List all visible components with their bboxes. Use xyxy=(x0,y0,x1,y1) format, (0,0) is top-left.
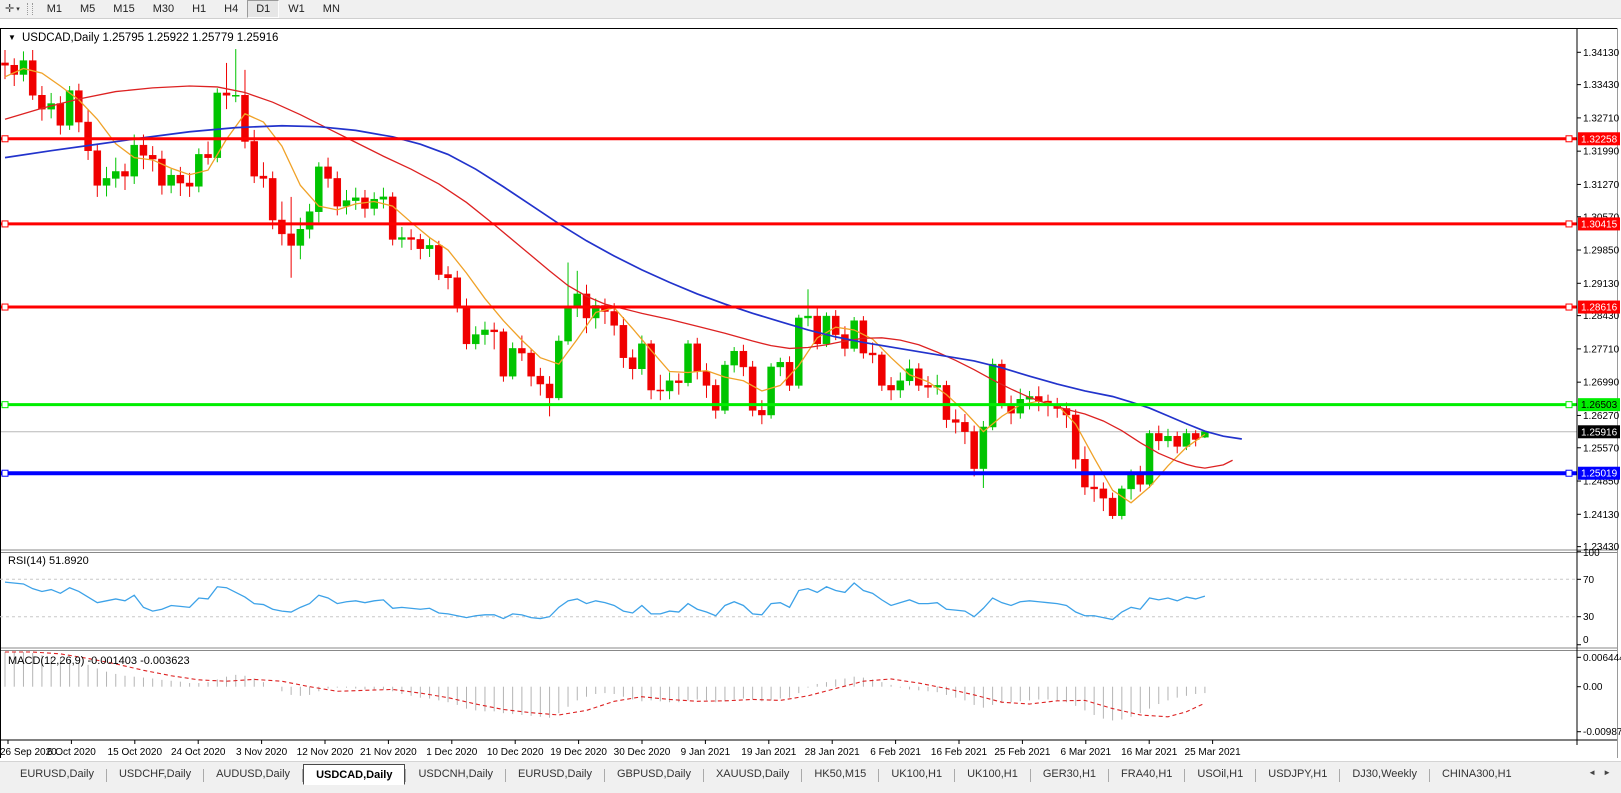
svg-text:1.34130: 1.34130 xyxy=(1583,48,1620,59)
resistance-line-1[interactable] xyxy=(0,135,1577,143)
tab-eurusd-daily[interactable]: EURUSD,Daily xyxy=(8,764,106,783)
svg-text:30 Dec 2020: 30 Dec 2020 xyxy=(614,747,671,758)
svg-text:12 Nov 2020: 12 Nov 2020 xyxy=(297,747,354,758)
svg-text:1.32258: 1.32258 xyxy=(1581,134,1618,145)
svg-text:1.26270: 1.26270 xyxy=(1583,411,1620,422)
rsi-label: RSI(14) 51.8920 xyxy=(8,555,89,567)
svg-text:1.26503: 1.26503 xyxy=(1581,400,1618,411)
svg-text:1.32710: 1.32710 xyxy=(1583,113,1620,124)
tab-dj30-weekly[interactable]: DJ30,Weekly xyxy=(1340,764,1429,783)
tab-ger30-h1[interactable]: GER30,H1 xyxy=(1031,764,1108,783)
svg-text:-0.009871: -0.009871 xyxy=(1583,727,1621,738)
tab-usoil-h1[interactable]: USOil,H1 xyxy=(1185,764,1255,783)
symbol-collapse-icon: ▼ xyxy=(8,33,16,42)
tab-scroll-left-button[interactable]: ◄ xyxy=(1588,768,1596,777)
resistance-line-3-price-label: 1.28616 xyxy=(1578,300,1620,314)
support-line-green[interactable] xyxy=(0,401,1577,409)
svg-text:15 Oct 2020: 15 Oct 2020 xyxy=(108,747,163,758)
tab-gbpusd-daily[interactable]: GBPUSD,Daily xyxy=(605,764,703,783)
svg-text:6 Mar 2021: 6 Mar 2021 xyxy=(1061,747,1112,758)
date-axis: 26 Sep 20206 Oct 2020 15 Oct 2020 24 Oct 2… xyxy=(0,740,1241,758)
chart-tab-bar: EURUSD,Daily USDCHF,Daily AUDUSD,Daily USDC… xyxy=(0,761,1621,793)
svg-text:1.29130: 1.29130 xyxy=(1583,279,1620,290)
tab-usdcnh-daily[interactable]: USDCNH,Daily xyxy=(406,764,505,783)
tab-xauusd-daily[interactable]: XAUUSD,Daily xyxy=(704,764,801,783)
svg-text:25 Feb 2021: 25 Feb 2021 xyxy=(994,747,1051,758)
svg-text:1.24130: 1.24130 xyxy=(1583,510,1620,521)
svg-text:1.25916: 1.25916 xyxy=(1581,427,1618,438)
resistance-line-1-price-label: 1.32258 xyxy=(1578,132,1620,146)
tab-uk100-h1[interactable]: UK100,H1 xyxy=(879,764,954,783)
svg-text:1 Dec 2020: 1 Dec 2020 xyxy=(426,747,478,758)
svg-text:30: 30 xyxy=(1583,612,1595,623)
svg-text:6 Feb 2021: 6 Feb 2021 xyxy=(870,747,921,758)
support-line-blue[interactable] xyxy=(0,469,1577,477)
svg-text:1.31990: 1.31990 xyxy=(1583,147,1620,158)
tab-hk50-m15[interactable]: HK50,M15 xyxy=(802,764,878,783)
macd-label: MACD(12,26,9) -0.001403 -0.003623 xyxy=(8,655,190,667)
tab-audusd-daily[interactable]: AUDUSD,Daily xyxy=(204,764,302,783)
resistance-line-3[interactable] xyxy=(0,303,1577,311)
svg-text:6 Oct 2020: 6 Oct 2020 xyxy=(47,747,96,758)
svg-text:1.25570: 1.25570 xyxy=(1583,443,1620,454)
svg-text:3 Nov 2020: 3 Nov 2020 xyxy=(236,747,288,758)
svg-text:21 Nov 2020: 21 Nov 2020 xyxy=(360,747,417,758)
tab-usdcad-daily[interactable]: USDCAD,Daily xyxy=(303,764,406,785)
svg-text:16 Mar 2021: 16 Mar 2021 xyxy=(1121,747,1178,758)
svg-text:10 Dec 2020: 10 Dec 2020 xyxy=(487,747,544,758)
svg-text:1.26990: 1.26990 xyxy=(1583,378,1620,389)
svg-text:1.29850: 1.29850 xyxy=(1583,246,1620,257)
tab-scroll-right-button[interactable]: ► xyxy=(1603,768,1611,777)
support-line-blue-price-label: 1.25019 xyxy=(1578,466,1620,480)
ma-slow-line xyxy=(4,124,1242,440)
svg-text:16 Feb 2021: 16 Feb 2021 xyxy=(931,747,988,758)
svg-text:0.006444: 0.006444 xyxy=(1583,653,1621,664)
chart-title: ▼ USDCAD,Daily 1.25795 1.25922 1.25779 1.… xyxy=(8,32,278,44)
svg-text:19 Dec 2020: 19 Dec 2020 xyxy=(550,747,607,758)
tab-usdchf-daily[interactable]: USDCHF,Daily xyxy=(107,764,203,783)
resistance-line-2[interactable] xyxy=(0,220,1577,228)
svg-text:0: 0 xyxy=(1583,635,1589,646)
svg-text:1.31270: 1.31270 xyxy=(1583,180,1620,191)
svg-text:1.28616: 1.28616 xyxy=(1581,303,1618,314)
tab-china300-h1[interactable]: CHINA300,H1 xyxy=(1430,764,1524,783)
svg-text:1.30415: 1.30415 xyxy=(1581,219,1618,230)
tab-uk100-h1[interactable]: UK100,H1 xyxy=(955,764,1030,783)
svg-text:1.27710: 1.27710 xyxy=(1583,344,1620,355)
svg-text:1.25019: 1.25019 xyxy=(1581,469,1618,480)
svg-text:25 Mar 2021: 25 Mar 2021 xyxy=(1185,747,1242,758)
rsi-panel: 100 70 30 0 RSI(14) 51.8920 xyxy=(0,548,1600,646)
resistance-line-2-price-label: 1.30415 xyxy=(1578,217,1620,231)
tab-usdjpy-h1[interactable]: USDJPY,H1 xyxy=(1256,764,1339,783)
support-line-green-price-label: 1.26503 xyxy=(1578,398,1620,412)
chart-ohlc-title: USDCAD,Daily 1.25795 1.25922 1.25779 1.2… xyxy=(22,32,278,44)
svg-text:19 Jan 2021: 19 Jan 2021 xyxy=(741,747,796,758)
current-price-label: 1.25916 xyxy=(1578,425,1620,439)
tab-eurusd-daily[interactable]: EURUSD,Daily xyxy=(506,764,604,783)
svg-text:70: 70 xyxy=(1583,575,1595,586)
candlestick-series xyxy=(1,49,1209,520)
svg-text:28 Jan 2021: 28 Jan 2021 xyxy=(805,747,860,758)
svg-text:0.00: 0.00 xyxy=(1583,682,1603,693)
macd-panel: 0.006444 0.00 -0.009871 MACD(12,26,9) -0.00… xyxy=(4,651,1621,738)
tab-fra40-h1[interactable]: FRA40,H1 xyxy=(1109,764,1184,783)
svg-text:24 Oct 2020: 24 Oct 2020 xyxy=(171,747,226,758)
svg-text:1.33430: 1.33430 xyxy=(1583,80,1620,91)
svg-text:100: 100 xyxy=(1583,548,1600,559)
svg-text:9 Jan 2021: 9 Jan 2021 xyxy=(681,747,731,758)
ma-fast-line xyxy=(4,67,1206,504)
chart-canvas[interactable]: 1.341301.334301.327101.319901.312701.305… xyxy=(0,0,1621,761)
chart-tabs: EURUSD,Daily USDCHF,Daily AUDUSD,Daily USDC… xyxy=(8,762,1524,785)
mt4-window: ✛ ▾ M1 M5 M15 M30 H1 H4 D1 W1 MN 1.34130 1.33430 1… xyxy=(0,0,1621,793)
